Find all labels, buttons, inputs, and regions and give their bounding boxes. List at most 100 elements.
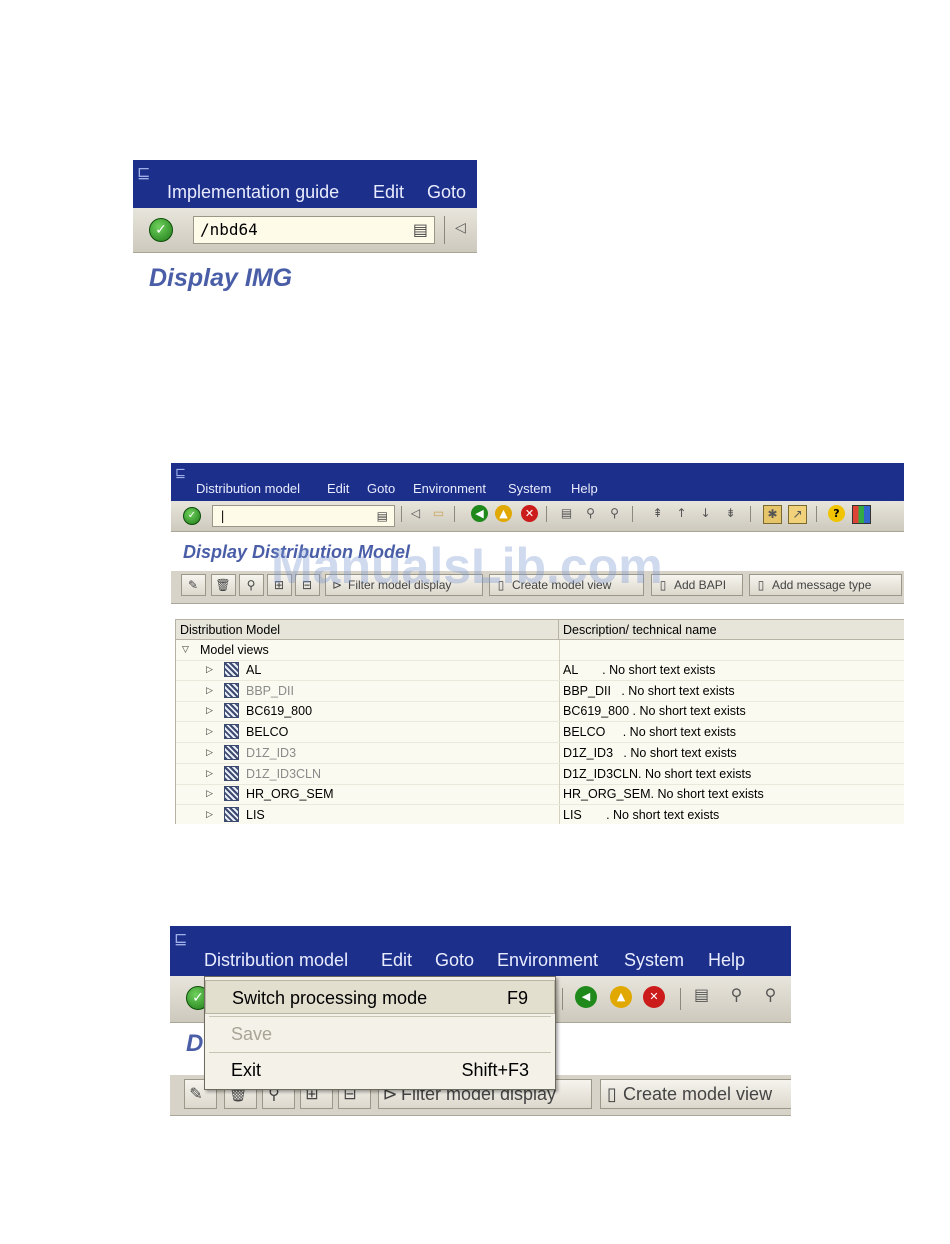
sap-menu-icon[interactable]: ⊑ — [137, 163, 150, 182]
history-dropdown-icon[interactable]: ▤ — [377, 506, 388, 526]
menu-goto[interactable]: Goto — [367, 481, 395, 496]
menu-implementation-guide[interactable]: Implementation guide — [167, 182, 339, 203]
menu-bar: ⊑ Implementation guide Edit Goto — [133, 160, 477, 208]
collapsed-triangle-icon[interactable]: ▷ — [206, 681, 213, 701]
expanded-triangle-icon[interactable]: ▽ — [182, 640, 189, 660]
print-icon[interactable]: ▤ — [693, 986, 710, 1003]
model-view-name: LIS — [246, 807, 265, 822]
menu-help[interactable]: Help — [571, 481, 598, 496]
create-session-icon[interactable]: ✱ — [763, 505, 782, 524]
next-page-icon[interactable]: ↓ — [697, 505, 714, 522]
menu-goto[interactable]: Goto — [427, 182, 466, 203]
create-model-view-label: Create model view — [512, 578, 612, 592]
history-dropdown-icon[interactable]: ▤ — [413, 217, 428, 243]
tree-row[interactable]: ▷ D1Z_ID3CLN D1Z_ID3CLN. No short text exi… — [176, 763, 904, 785]
collapsed-triangle-icon[interactable]: ▷ — [206, 722, 213, 742]
tree-row[interactable]: ▷ D1Z_ID3 D1Z_ID3 . No short text exists — [176, 742, 904, 764]
tree-row[interactable]: ▷ BELCO BELCO . No short text exists — [176, 722, 904, 744]
collapsed-triangle-icon[interactable]: ▷ — [206, 743, 213, 763]
menu-bar: ⊑ Distribution model Edit Goto Environme… — [170, 926, 791, 976]
add-message-type-button[interactable]: ▯ Add message type — [749, 574, 902, 596]
menu-system[interactable]: System — [624, 950, 684, 971]
page-title-partial: D — [186, 1030, 204, 1057]
menu-help[interactable]: Help — [708, 950, 745, 971]
tree-row[interactable]: ▷ LIS LIS . No short text exists — [176, 804, 904, 824]
expand-icon: ⊞ — [273, 578, 285, 592]
find-icon[interactable]: ⚲ — [582, 505, 599, 522]
print-icon[interactable]: ▤ — [558, 505, 575, 522]
distribution-model-tree[interactable]: Distribution Model Description/ technica… — [175, 619, 904, 824]
save-icon[interactable]: ▭ — [430, 505, 447, 522]
sap-menu-icon[interactable]: ⊑ — [175, 466, 186, 481]
model-view-name: D1Z_ID3CLN — [246, 766, 322, 781]
cancel-icon[interactable]: ✕ — [643, 986, 665, 1008]
menu-item-label: Save — [231, 1024, 273, 1044]
menu-item-exit[interactable]: Exit Shift+F3 — [205, 1053, 555, 1087]
collapsed-triangle-icon[interactable]: ▷ — [206, 784, 213, 804]
tree-row[interactable]: ▷ BBP_DII BBP_DII . No short text exists — [176, 680, 904, 702]
collapsed-triangle-icon[interactable]: ▷ — [206, 660, 213, 680]
command-field[interactable]: /nbd64 ▤ — [193, 216, 435, 244]
cancel-icon[interactable]: ✕ — [521, 505, 538, 522]
details-button[interactable]: ⚲ — [239, 574, 264, 596]
model-view-name: BBP_DII — [246, 683, 294, 698]
tree-root-model-views[interactable]: ▽ Model views — [176, 640, 904, 661]
collapsed-triangle-icon[interactable]: ▷ — [206, 805, 213, 824]
menu-item-save[interactable]: Save — [205, 1017, 555, 1051]
collapsed-triangle-icon[interactable]: ▷ — [206, 701, 213, 721]
model-view-icon — [224, 806, 239, 822]
command-value: | — [219, 509, 227, 523]
find-next-icon[interactable]: ⚲ — [606, 505, 623, 522]
menu-dropdown-screenshot: ⊑ Distribution model Edit Goto Environme… — [170, 926, 791, 1128]
exit-icon[interactable]: ▲ — [610, 986, 632, 1008]
change-display-button[interactable]: ✎ — [181, 574, 206, 596]
menu-goto[interactable]: Goto — [435, 950, 474, 971]
model-view-description: D1Z_ID3 . No short text exists — [563, 745, 737, 760]
shortcut-icon[interactable]: ↗ — [788, 505, 807, 524]
menu-edit[interactable]: Edit — [327, 481, 349, 496]
menu-system[interactable]: System — [508, 481, 551, 496]
column-header-description[interactable]: Description/ technical name — [559, 620, 904, 640]
document-icon: ▯ — [757, 578, 765, 592]
previous-page-icon[interactable]: ↑ — [673, 505, 690, 522]
collapse-arrow-icon[interactable]: ◁ — [407, 505, 424, 522]
collapsed-triangle-icon[interactable]: ▷ — [206, 764, 213, 784]
tree-row[interactable]: ▷ BC619_800 BC619_800 . No short text exis… — [176, 701, 904, 723]
enter-check-icon[interactable]: ✓ — [149, 218, 173, 242]
menu-distribution-model[interactable]: Distribution model — [196, 481, 300, 496]
find-next-icon[interactable]: ⚲ — [762, 986, 779, 1003]
toolbar-separator — [816, 506, 817, 522]
collapse-arrow-icon[interactable]: ◁ — [455, 220, 466, 236]
menu-edit[interactable]: Edit — [373, 182, 404, 203]
last-page-icon[interactable]: ⇟ — [722, 505, 739, 522]
magnifier-icon: ⚲ — [246, 578, 256, 592]
first-page-icon[interactable]: ⇞ — [649, 505, 666, 522]
find-icon[interactable]: ⚲ — [728, 986, 745, 1003]
enter-check-icon[interactable]: ✓ — [183, 507, 201, 525]
column-divider — [559, 701, 560, 722]
delete-button[interactable]: 🗑 — [211, 574, 236, 596]
menu-environment[interactable]: Environment — [497, 950, 598, 971]
sap-menu-icon[interactable]: ⊑ — [174, 929, 187, 948]
menu-environment[interactable]: Environment — [413, 481, 486, 496]
layout-menu-icon[interactable] — [852, 505, 871, 524]
exit-icon[interactable]: ▲ — [495, 505, 512, 522]
expand-button[interactable]: ⊞ — [267, 574, 292, 596]
menu-edit[interactable]: Edit — [381, 950, 412, 971]
document-icon: ▯ — [607, 1084, 617, 1105]
back-icon[interactable]: ◀ — [471, 505, 488, 522]
menu-distribution-model[interactable]: Distribution model — [204, 950, 348, 971]
tree-row[interactable]: ▷ HR_ORG_SEM HR_ORG_SEM. No short text exi… — [176, 784, 904, 806]
menu-item-switch-processing-mode[interactable]: Switch processing mode F9 — [205, 980, 555, 1014]
add-bapi-label: Add BAPI — [674, 578, 727, 592]
help-icon[interactable]: ? — [828, 505, 845, 522]
command-field[interactable]: | ▤ — [212, 505, 395, 527]
add-bapi-button[interactable]: ▯ Add BAPI — [651, 574, 743, 596]
tree-row[interactable]: ▷ AL AL . No short text exists — [176, 660, 904, 681]
collapse-button[interactable]: ⊟ — [295, 574, 320, 596]
column-header-distribution-model[interactable]: Distribution Model — [176, 620, 559, 640]
create-model-view-button[interactable]: ▯ Create model view — [600, 1079, 791, 1109]
create-model-view-button[interactable]: ▯ Create model view — [489, 574, 644, 596]
filter-model-display-button[interactable]: ⊳ Filter model display — [325, 574, 483, 596]
back-icon[interactable]: ◀ — [575, 986, 597, 1008]
